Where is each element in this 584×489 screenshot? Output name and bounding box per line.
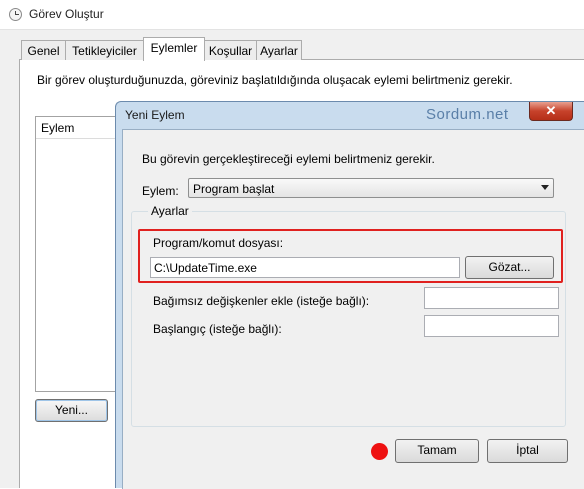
start-in-input[interactable]	[424, 315, 559, 337]
watermark: Sordum.net	[426, 106, 509, 123]
dialog-body: Bu görevin gerçekleştireceği eylemi beli…	[122, 129, 584, 489]
dialog-description: Bu görevin gerçekleştireceği eylemi beli…	[142, 152, 435, 166]
tab-conditions[interactable]: Koşullar	[204, 40, 257, 60]
start-in-label: Başlangıç (isteğe bağlı):	[153, 322, 282, 336]
tab-triggers[interactable]: Tetikleyiciler	[65, 40, 144, 60]
browse-button[interactable]: Gözat...	[465, 256, 554, 279]
program-input-value: C:\UpdateTime.exe	[154, 261, 257, 275]
clock-icon	[9, 8, 22, 21]
window-titlebar: Görev Oluştur	[0, 0, 584, 30]
settings-legend: Ayarlar	[148, 204, 192, 218]
tab-settings[interactable]: Ayarlar	[256, 40, 302, 60]
dialog-title: Yeni Eylem	[125, 108, 185, 122]
program-label: Program/komut dosyası:	[153, 236, 284, 250]
arguments-label: Bağımsız değişkenler ekle (isteğe bağlı)…	[153, 294, 370, 308]
list-header-action: Eylem	[41, 121, 75, 135]
new-action-dialog: Yeni Eylem Sordum.net ✕ Bu görevin gerçe…	[115, 101, 584, 489]
red-marker	[371, 443, 388, 460]
actions-description: Bir görev oluşturduğunuzda, göreviniz ba…	[37, 73, 513, 87]
actions-list[interactable]: Eylem	[35, 116, 125, 392]
action-select-value: Program başlat	[193, 182, 275, 196]
program-input[interactable]: C:\UpdateTime.exe	[150, 257, 460, 278]
window-title: Görev Oluştur	[29, 7, 104, 21]
tab-general[interactable]: Genel	[21, 40, 66, 60]
list-header[interactable]: Eylem	[36, 117, 124, 139]
action-label: Eylem:	[142, 184, 179, 198]
ok-button[interactable]: Tamam	[395, 439, 479, 463]
arguments-input[interactable]	[424, 287, 559, 309]
chevron-down-icon	[541, 185, 549, 190]
new-action-button[interactable]: Yeni...	[35, 399, 108, 422]
action-select[interactable]: Program başlat	[188, 178, 554, 198]
cancel-button[interactable]: İptal	[487, 439, 568, 463]
close-button[interactable]: ✕	[529, 102, 573, 121]
tab-actions[interactable]: Eylemler	[143, 37, 205, 61]
